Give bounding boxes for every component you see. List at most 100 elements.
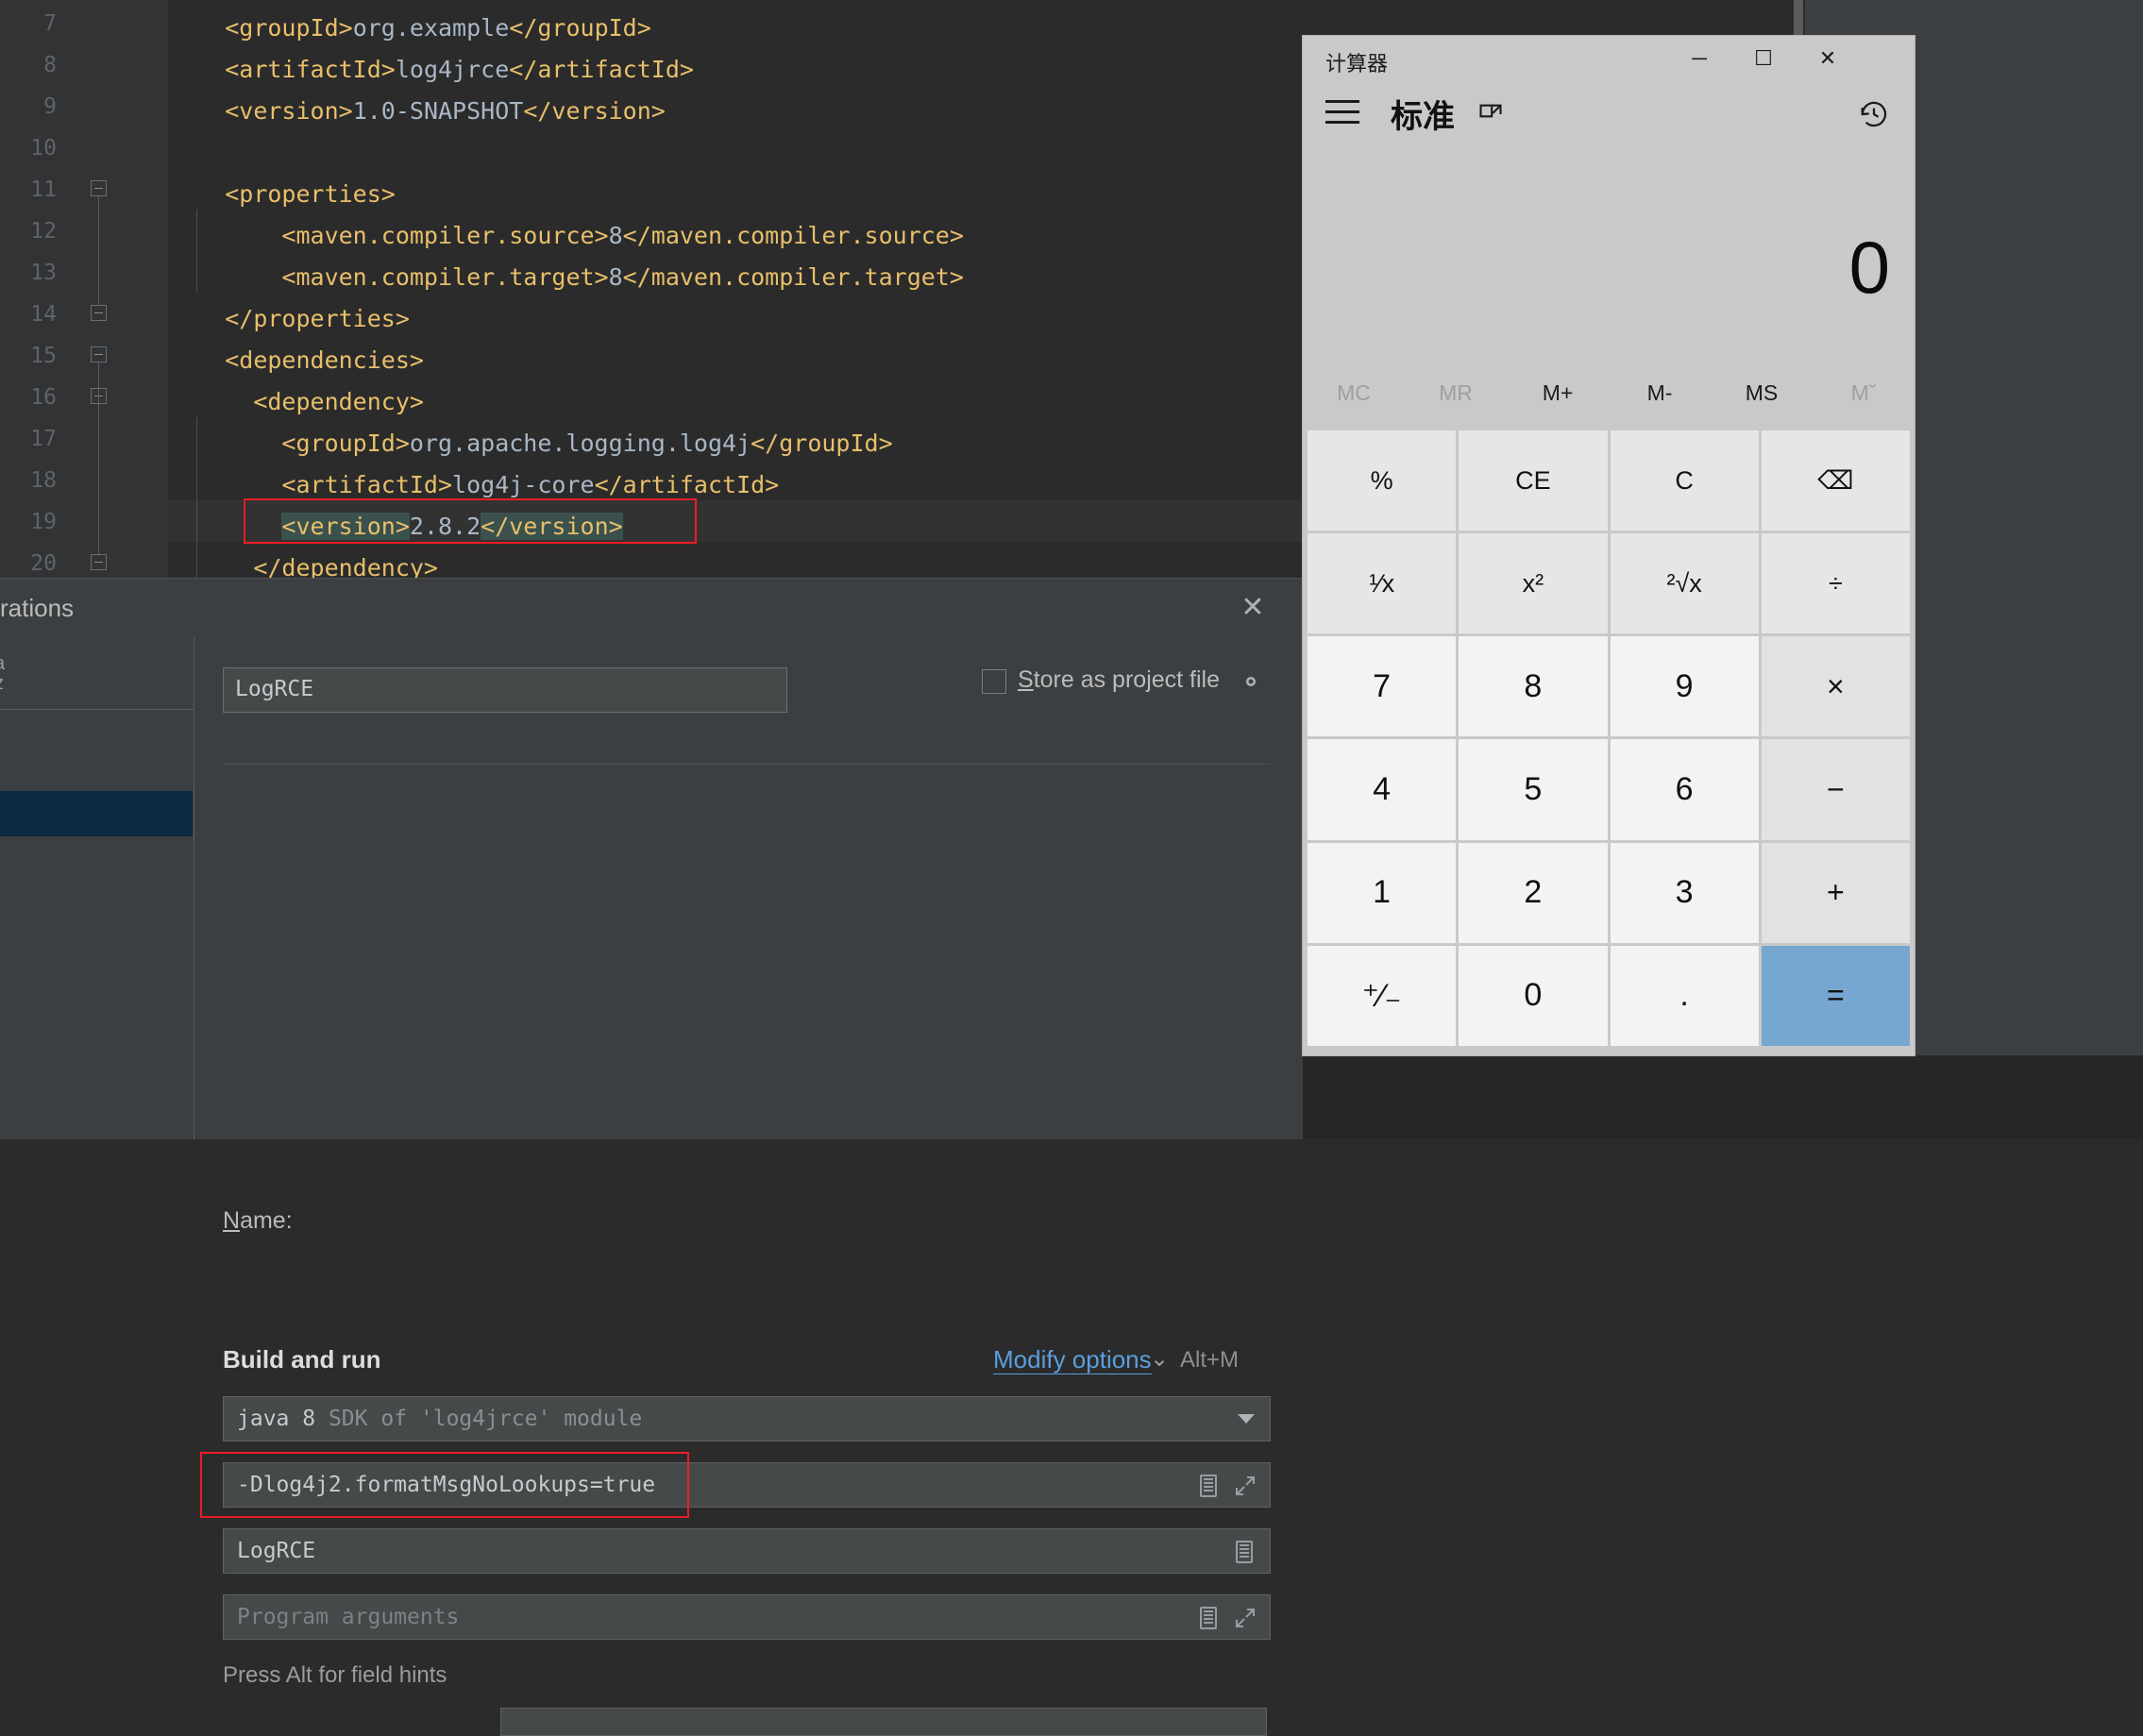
calc-key-two[interactable]: 2 [1459,843,1607,943]
xml-tag: <maven.compiler.target> [281,263,608,291]
code-line[interactable]: <version>2.8.2</version> [168,506,623,548]
xml-tag: <dependency> [253,388,424,415]
calc-key-reciprocal[interactable]: ¹⁄x [1308,533,1456,633]
calc-key-zero[interactable]: 0 [1459,946,1607,1046]
browse-class-icon[interactable] [1236,1541,1253,1563]
code-line[interactable]: <dependency> [168,381,424,423]
calc-key-percent[interactable]: % [1308,430,1456,531]
calc-key-clear-entry[interactable]: CE [1459,430,1607,531]
next-field-partial[interactable] [500,1708,1267,1736]
calc-key-eight[interactable]: 8 [1459,636,1607,736]
name-label: Name: [223,1207,293,1235]
memory-button-m+[interactable]: M+ [1507,370,1609,415]
calc-key-decimal-point[interactable]: . [1611,946,1759,1046]
fold-connector [98,404,99,554]
configurations-sidebar[interactable]: a z [0,637,194,1139]
line-number: 18 [0,468,57,493]
line-number: 11 [0,177,57,202]
calc-key-six[interactable]: 6 [1611,739,1759,839]
keep-on-top-icon[interactable] [1477,102,1504,126]
store-as-project-file-label[interactable]: Store as project file [1018,666,1220,694]
store-as-project-file-checkbox[interactable] [982,669,1006,694]
memory-button-row: MCMRM+M-MSMˇ [1303,370,1915,415]
fold-marker[interactable] [91,180,107,196]
gear-icon[interactable] [1237,667,1265,696]
xml-tag: </version> [481,513,623,540]
code-line[interactable]: </properties> [168,298,410,340]
vm-options-input[interactable]: -Dlog4j2.formatMsgNoLookups=true [223,1462,1271,1508]
dialog-titlebar: rations ✕ [0,579,1303,637]
memory-button-m: Mˇ [1813,370,1915,415]
minimize-button[interactable]: ─ [1667,36,1731,81]
jre-dropdown[interactable]: java 8 SDK of 'log4jrce' module [223,1396,1271,1441]
code-line[interactable]: <artifactId>log4j-core</artifactId> [168,464,779,506]
close-button[interactable]: ✕ [1796,36,1860,81]
editor-gutter[interactable]: 7891011121314151617181920 [0,0,168,578]
calc-key-one[interactable]: 1 [1308,843,1456,943]
code-line[interactable]: <version>1.0-SNAPSHOT</version> [168,91,666,132]
calc-key-seven[interactable]: 7 [1308,636,1456,736]
modify-options-link[interactable]: Modify options [993,1345,1152,1374]
memory-button-m-[interactable]: M- [1609,370,1711,415]
xml-tag: <artifactId> [281,471,452,498]
name-label-mnemonic: N [223,1207,240,1234]
calc-key-five[interactable]: 5 [1459,739,1607,839]
calc-key-multiply[interactable]: × [1762,636,1910,736]
fold-marker[interactable] [91,305,107,321]
calc-key-clear[interactable]: C [1611,430,1759,531]
store-label-mnemonic: S [1018,666,1034,693]
code-line[interactable]: <dependencies> [168,340,424,381]
expand-icon[interactable] [1234,1475,1257,1497]
xml-tag: <artifactId> [225,56,396,83]
line-number: 10 [0,136,57,160]
sort-icon-letter-a: a [0,654,5,674]
maximize-button[interactable]: ☐ [1731,36,1796,81]
sidebar-item-selected[interactable] [0,791,193,836]
line-number: 12 [0,219,57,244]
macros-icon[interactable] [1200,1475,1217,1497]
history-icon[interactable] [1858,98,1890,130]
main-class-input[interactable]: LogRCE [223,1528,1271,1574]
program-arguments-input[interactable]: Program arguments [223,1594,1271,1640]
fold-marker[interactable] [91,554,107,570]
field-hint-text: Press Alt for field hints [223,1662,447,1689]
calc-key-square-root[interactable]: ²√x [1611,533,1759,633]
xml-text: 1.0-SNAPSHOT [353,97,524,125]
calc-key-square[interactable]: x² [1459,533,1607,633]
macros-icon[interactable] [1200,1607,1217,1629]
line-number: 15 [0,344,57,368]
line-number: 13 [0,261,57,285]
code-line[interactable]: <properties> [168,174,396,215]
name-input[interactable]: LogRCE [223,667,787,713]
code-line[interactable]: <artifactId>log4jrce</artifactId> [168,49,694,91]
xml-tag: </version> [523,97,666,125]
calc-key-sign-toggle[interactable]: ⁺⁄₋ [1308,946,1456,1046]
xml-text: log4jrce [396,56,509,83]
code-line[interactable]: <maven.compiler.source>8</maven.compiler… [168,215,964,257]
close-icon[interactable]: ✕ [1237,592,1269,624]
xml-tag: </maven.compiler.target> [623,263,964,291]
calc-key-add[interactable]: + [1762,843,1910,943]
fold-marker[interactable] [91,346,107,362]
chevron-down-icon[interactable]: ⌄ [1150,1345,1169,1373]
calc-key-equals[interactable]: = [1762,946,1910,1046]
expand-icon[interactable] [1234,1607,1257,1629]
hamburger-menu-icon[interactable] [1325,98,1365,126]
calc-key-backspace[interactable]: ⌫ [1762,430,1910,531]
calc-key-subtract[interactable]: − [1762,739,1910,839]
code-line[interactable]: <groupId>org.example</groupId> [168,8,651,49]
calculator-titlebar[interactable]: 计算器 ─ ☐ ✕ [1303,36,1915,81]
sort-alphabetically-icon[interactable]: a z [0,654,5,694]
calc-key-nine[interactable]: 9 [1611,636,1759,736]
main-class-value: LogRCE [237,1539,315,1563]
name-label-rest: ame: [240,1207,293,1234]
calc-key-divide[interactable]: ÷ [1762,533,1910,633]
code-line[interactable]: <maven.compiler.target>8</maven.compiler… [168,257,964,298]
xml-text: org.apache.logging.log4j [410,430,751,457]
calc-key-four[interactable]: 4 [1308,739,1456,839]
memory-button-ms[interactable]: MS [1711,370,1813,415]
dialog-title: rations [0,594,74,623]
code-line[interactable]: <groupId>org.apache.logging.log4j</group… [168,423,893,464]
calc-key-three[interactable]: 3 [1611,843,1759,943]
chevron-down-icon[interactable] [1238,1414,1255,1424]
